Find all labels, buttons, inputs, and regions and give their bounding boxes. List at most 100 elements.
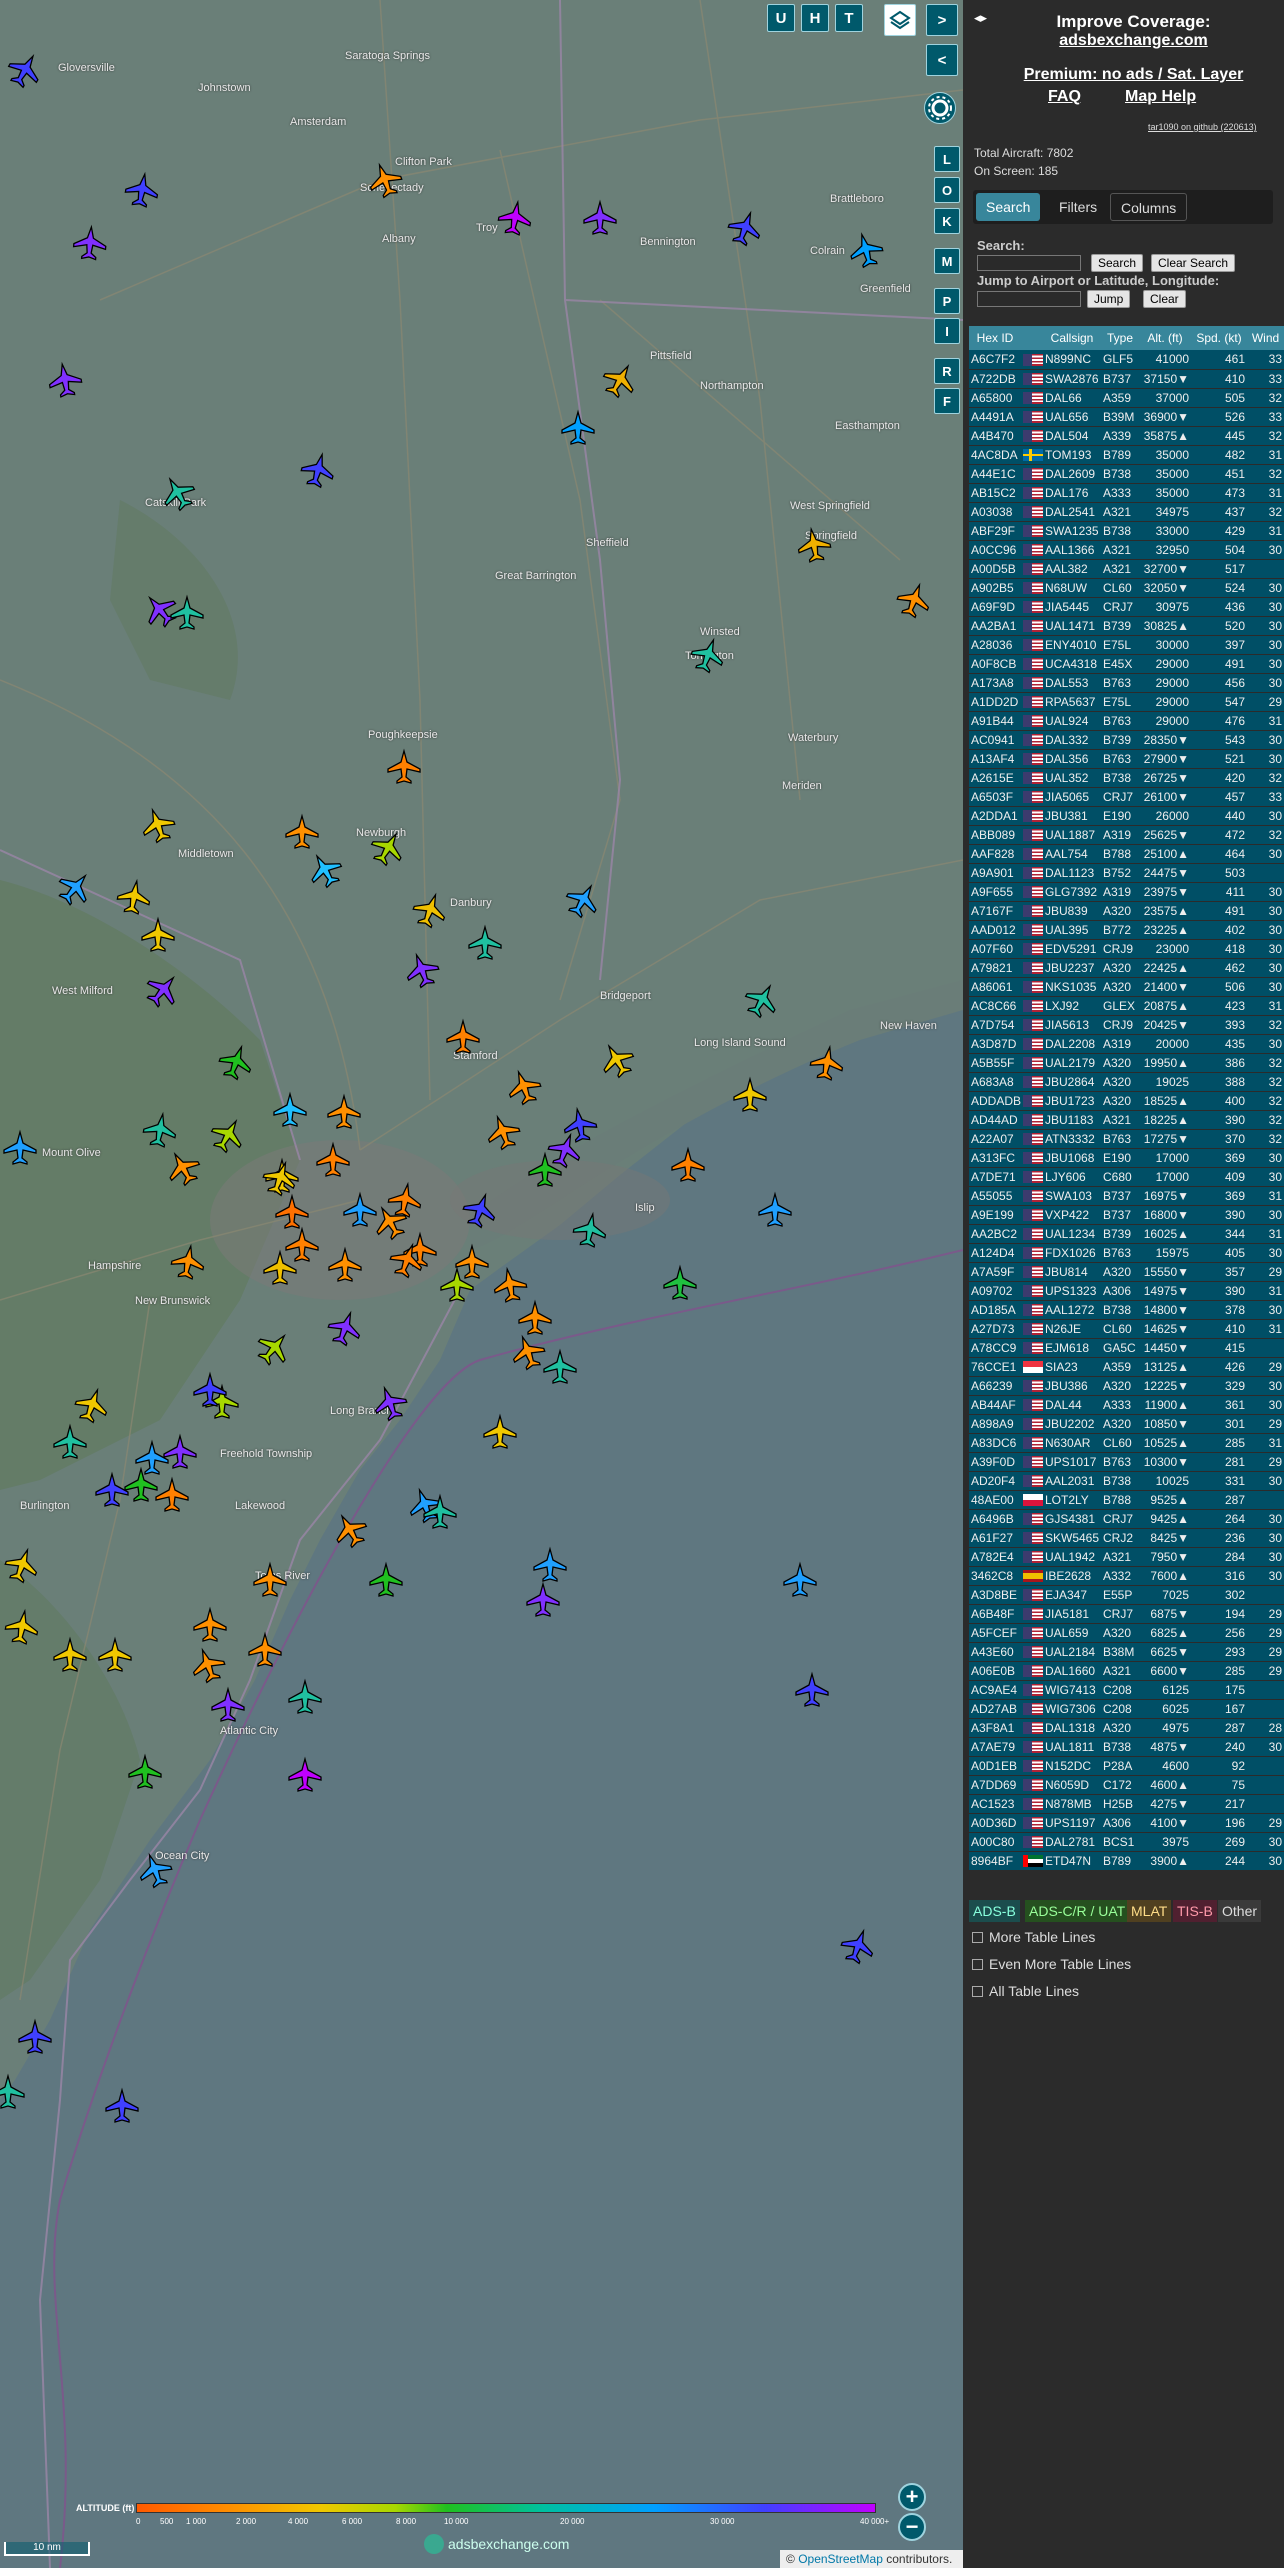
aircraft-marker[interactable] [156,471,200,515]
aircraft-marker[interactable] [663,1264,697,1300]
side-button-l[interactable]: L [934,146,960,172]
aircraft-marker[interactable] [288,1756,322,1792]
jump-input[interactable] [977,291,1081,307]
table-row[interactable]: A124D4 FDX1026 B763 15975 405 30 [969,1243,1284,1263]
table-row[interactable]: A44E1C DAL2609 B738 35000 451 32 [969,464,1284,484]
aircraft-marker[interactable] [163,1433,197,1469]
aircraft-marker[interactable] [795,526,832,563]
table-row[interactable]: A61F27 SKW5465 CRJ2 8425▼ 236 30 [969,1528,1284,1548]
premium-link[interactable]: Premium: no ads / Sat. Layer [1024,66,1244,83]
aircraft-marker[interactable] [288,1678,322,1714]
table-row[interactable]: A7DE71 LJY606 C680 17000 409 30 [969,1167,1284,1187]
aircraft-marker[interactable] [0,2073,25,2109]
aircraft-marker[interactable] [72,224,108,261]
aircraft-marker[interactable] [491,1266,528,1303]
legend-adsc[interactable]: ADS-C/R / UAT [1025,1900,1130,1922]
table-row[interactable]: A7DD69 N6059D C172 4600▲ 75 [969,1775,1284,1795]
column-header[interactable]: Type [1101,326,1139,350]
table-row[interactable]: AA2BC2 UAL1234 B739 16025▲ 344 31 [969,1224,1284,1244]
aircraft-marker[interactable] [170,594,204,630]
table-row[interactable]: A683A8 JBU2864 A320 19025 388 32 [969,1072,1284,1092]
side-button-m[interactable]: M [934,248,960,274]
table-row[interactable]: A3F8A1 DAL1318 A320 4975 287 28 [969,1718,1284,1738]
aircraft-marker[interactable] [343,1191,377,1227]
t-button[interactable]: T [835,4,863,32]
legend-other[interactable]: Other [1218,1900,1262,1922]
site-link[interactable]: adsbexchange.com [1059,32,1208,49]
table-row[interactable]: A0D36D UPS1197 A306 4100▼ 196 29 [969,1813,1284,1833]
aircraft-marker[interactable] [795,1671,829,1707]
aircraft-marker[interactable] [327,1093,361,1129]
aircraft-marker[interactable] [528,1151,562,1187]
aircraft-marker[interactable] [3,1129,37,1165]
table-row[interactable]: A4B470 DAL504 A339 35875▲ 445 32 [969,426,1284,446]
jump-button[interactable]: Jump [1087,290,1131,308]
aircraft-marker[interactable] [328,1246,362,1282]
table-row[interactable]: A06E0B DAL1660 A321 6600▼ 285 29 [969,1661,1284,1681]
table-row[interactable]: A39F0D UPS1017 B763 10300▼ 281 29 [969,1452,1284,1472]
zoom-in-button[interactable]: + [898,2483,926,2511]
legend-tisb[interactable]: TIS-B [1173,1900,1217,1922]
aircraft-marker[interactable] [123,171,160,208]
aircraft-marker[interactable] [169,1243,206,1280]
column-header[interactable]: Spd. (kt) [1191,326,1247,350]
aircraft-marker[interactable] [366,826,410,870]
table-row[interactable]: ABB089 UAL1887 A319 25625▼ 472 32 [969,825,1284,845]
table-row[interactable]: A1DD2D RPA5637 E75L 29000 547 29 [969,692,1284,712]
aircraft-marker[interactable] [273,1091,307,1127]
table-row[interactable]: A22A07 ATN3332 B763 17275▼ 370 32 [969,1129,1284,1149]
table-row[interactable]: AD27AB WIG7306 C208 6025 167 [969,1699,1284,1719]
aircraft-marker[interactable] [386,1181,423,1218]
table-row[interactable]: A13AF4 DAL356 B763 27900▼ 521 30 [969,749,1284,769]
aircraft-marker[interactable] [141,916,175,952]
aircraft-marker[interactable] [733,1076,767,1112]
aircraft-marker[interactable] [724,207,765,248]
aircraft-marker[interactable] [583,199,617,235]
aircraft-marker[interactable] [482,1111,523,1152]
aircraft-marker[interactable] [316,1141,350,1177]
aircraft-marker[interactable] [783,1561,817,1597]
aircraft-marker[interactable] [387,748,421,784]
table-row[interactable]: AD185A AAL1272 B738 14800▼ 378 30 [969,1300,1284,1320]
aircraft-marker[interactable] [324,1307,365,1348]
aircraft-marker[interactable] [687,634,728,675]
side-button-i[interactable]: I [934,318,960,344]
aircraft-marker[interactable] [446,1018,480,1054]
aircraft-marker[interactable] [71,1384,112,1425]
table-row[interactable]: A3D87D DAL2208 A319 20000 435 30 [969,1034,1284,1054]
aircraft-marker[interactable] [215,1041,256,1082]
table-row[interactable]: A00C80 DAL2781 BCS1 3975 269 30 [969,1832,1284,1852]
table-row[interactable]: A09702 UPS1323 A306 14975▼ 390 31 [969,1281,1284,1301]
aircraft-marker[interactable] [364,159,405,200]
aircraft-marker[interactable] [18,2018,52,2054]
table-row[interactable]: A7167F JBU839 A320 23575▲ 491 30 [969,901,1284,921]
table-row[interactable]: A03038 DAL2541 A321 34975 437 32 [969,502,1284,522]
osm-link[interactable]: OpenStreetMap [798,2552,883,2566]
search-button[interactable]: Search [1091,254,1144,272]
side-button-o[interactable]: O [934,177,960,203]
faq-link[interactable]: FAQ [1048,88,1081,106]
clear-jump-button[interactable]: Clear [1143,290,1186,308]
table-row[interactable]: AA2BA1 UAL1471 B739 30825▲ 520 30 [969,616,1284,636]
map-help-link[interactable]: Map Help [1125,88,1196,106]
table-row[interactable]: A313FC JBU1068 E190 17000 369 30 [969,1148,1284,1168]
table-row[interactable]: A69F9D JIA5445 CRJ7 30975 436 30 [969,597,1284,617]
aircraft-marker[interactable] [598,358,642,402]
next-button[interactable]: > [926,4,958,36]
table-row[interactable]: A2615E UAL352 B738 26725▼ 420 32 [969,768,1284,788]
clear-search-button[interactable]: Clear Search [1151,254,1236,272]
table-row[interactable]: 3462C8 IBE2628 A332 7600▲ 316 30 [969,1566,1284,1586]
u-button[interactable]: U [767,4,795,32]
table-row[interactable]: A902B5 N68UW CL60 32050▼ 524 30 [969,578,1284,598]
aircraft-marker[interactable] [251,1325,296,1370]
table-row[interactable]: 8964BF ETD47N B789 3900▲ 244 30 [969,1851,1284,1871]
aircraft-marker[interactable] [3,1608,40,1645]
aircraft-marker[interactable] [496,199,533,236]
aircraft-marker[interactable] [134,1849,175,1890]
more-lines-checkbox[interactable]: More Table Lines [972,1929,1095,1945]
side-button-k[interactable]: K [934,208,960,234]
aircraft-marker[interactable] [455,1243,489,1279]
column-header[interactable]: Hex ID [969,326,1021,350]
aircraft-marker[interactable] [518,1299,552,1335]
aircraft-marker[interactable] [298,450,337,489]
